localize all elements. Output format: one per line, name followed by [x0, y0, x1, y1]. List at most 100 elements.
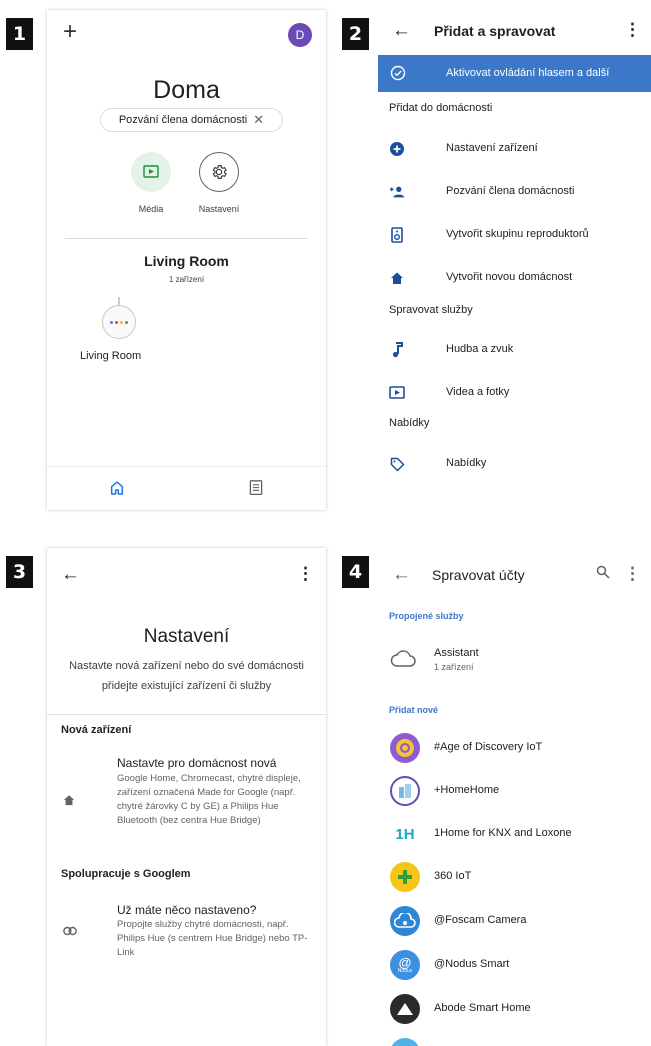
step-badge-4: 4 — [342, 556, 369, 588]
step-badge-2: 2 — [342, 18, 369, 50]
voice-control-banner[interactable]: Aktivovat ovládání hlasem a další — [378, 55, 651, 92]
home-title: Doma — [153, 76, 220, 104]
invite-chip-label: Pozvání člena domácnosti — [118, 114, 248, 126]
menu-item-label: Vytvořit skupinu reproduktorů — [446, 228, 589, 240]
gear-icon — [212, 165, 227, 179]
service-name: 1Home for KNX and Loxone — [434, 827, 572, 839]
menu-item-label: Videa a fotky — [446, 386, 510, 398]
menu-item-music[interactable]: Hudba a zvuk — [378, 338, 651, 368]
speaker-group-icon — [389, 227, 405, 243]
section-offers: Nabídky — [389, 417, 430, 429]
works-with-description: Propojte služby chytré domácnosti, např.… — [117, 919, 308, 958]
home-icon — [389, 270, 405, 286]
new-devices-description: Google Home, Chromecast, chytré displeje… — [117, 773, 301, 826]
service-row-partial[interactable] — [378, 1036, 651, 1046]
home-screen: + D Doma Pozvání člena domácnosti ✕ Médi… — [47, 10, 326, 510]
menu-item-new-home[interactable]: Vytvořit novou domácnost — [378, 266, 651, 296]
section-new-devices: Nová zařízení — [61, 724, 132, 736]
settings-label: Nastavení — [198, 204, 240, 214]
screen-title: Spravovat účty — [432, 567, 525, 583]
more-vert-icon[interactable]: ⋮ — [624, 20, 641, 40]
add-circle-icon — [389, 141, 405, 157]
video-icon — [389, 385, 405, 401]
device-label[interactable]: Living Room — [80, 350, 141, 362]
voice-control-label: Aktivovat ovládání hlasem a další — [446, 67, 610, 79]
section-manage-services: Spravovat služby — [389, 304, 473, 316]
service-row[interactable]: Abode Smart Home — [378, 992, 651, 1028]
home-icon — [63, 795, 75, 806]
menu-item-invite-member[interactable]: Pozvání člena domácnosti — [378, 180, 651, 210]
menu-item-label: Pozvání člena domácnosti — [446, 185, 575, 197]
search-icon[interactable] — [596, 565, 610, 579]
screen-title: Přidat a spravovat — [434, 23, 556, 39]
back-arrow-icon[interactable]: ← — [61, 564, 80, 586]
avatar[interactable]: D — [288, 23, 312, 47]
onehome-logo-icon: 1H — [395, 825, 415, 843]
menu-item-offers[interactable]: Nabídky — [378, 452, 651, 482]
abode-logo-icon — [390, 994, 420, 1024]
service-name: +HomeHome — [434, 784, 500, 796]
feed-tab-icon[interactable] — [248, 479, 264, 497]
service-name: #Age of Discovery IoT — [434, 741, 543, 753]
media-icon — [143, 165, 159, 178]
age-of-discovery-logo-icon — [390, 733, 420, 763]
menu-item-label: Hudba a zvuk — [446, 343, 514, 355]
nodus-logo-icon: @ Nodus — [390, 950, 420, 980]
screen-title: Nastavení — [143, 626, 230, 647]
back-arrow-icon[interactable]: ← — [392, 20, 411, 42]
service-row[interactable]: 1H 1Home for KNX and Loxone — [378, 817, 651, 853]
invite-member-chip[interactable]: Pozvání člena domácnosti ✕ — [100, 108, 283, 132]
subtitle-line: přidejte existující zařízení či služby — [101, 680, 272, 692]
settings-screen: ← ⋮ Nastavení Nastavte nová zařízení neb… — [47, 548, 326, 1046]
service-row[interactable]: 360 IoT — [378, 860, 651, 896]
service-row[interactable]: @Foscam Camera — [378, 904, 651, 940]
close-icon[interactable]: ✕ — [253, 112, 264, 128]
add-manage-screen: ← Přidat a spravovat ⋮ Aktivovat ovládán… — [378, 10, 651, 510]
more-vert-icon[interactable]: ⋮ — [624, 564, 641, 584]
section-linked-services: Propojené služby — [389, 611, 464, 621]
service-row[interactable]: +HomeHome — [378, 774, 651, 810]
service-row[interactable]: #Age of Discovery IoT — [378, 731, 651, 767]
menu-item-device-setup[interactable]: Nastavení zařízení — [378, 137, 651, 167]
manage-accounts-screen: ← Spravovat účty ⋮ Propojené služby Assi… — [378, 548, 651, 1046]
linked-service-count: 1 zařízení — [434, 662, 474, 672]
link-icon — [63, 926, 77, 936]
tag-icon — [389, 456, 405, 472]
menu-item-label: Vytvořit novou domácnost — [446, 271, 573, 283]
back-arrow-icon[interactable]: ← — [392, 564, 411, 586]
divider — [65, 238, 308, 239]
settings-button[interactable] — [199, 152, 239, 192]
new-devices-heading[interactable]: Nastavte pro domácnost nová — [117, 756, 276, 770]
service-name: Abode Smart Home — [434, 1002, 531, 1014]
menu-item-label: Nastavení zařízení — [446, 142, 538, 154]
home-tab-icon[interactable] — [109, 480, 125, 496]
divider — [47, 714, 326, 715]
cloud-icon — [390, 650, 416, 667]
more-vert-icon[interactable]: ⋮ — [297, 564, 314, 584]
service-name: @Nodus Smart — [434, 958, 510, 970]
check-circle-icon — [390, 65, 406, 81]
menu-item-speaker-group[interactable]: Vytvořit skupinu reproduktorů — [378, 223, 651, 253]
menu-item-label: Nabídky — [446, 457, 487, 469]
service-name: @Foscam Camera — [434, 914, 527, 926]
section-add-new: Přidat nové — [389, 705, 439, 715]
media-label: Média — [138, 204, 164, 214]
app-bar: ← Přidat a spravovat ⋮ — [378, 10, 651, 54]
nodus-logo-text: Nodus — [397, 968, 413, 974]
subtitle-line: Nastavte nová zařízení nebo do své domác… — [69, 660, 304, 672]
section-add-to-home: Přidat do domácnosti — [389, 102, 493, 114]
add-plus-icon[interactable]: + — [63, 18, 77, 46]
media-button[interactable] — [131, 152, 171, 192]
device-stem — [118, 297, 120, 305]
service-row[interactable]: @ Nodus @Nodus Smart — [378, 948, 651, 984]
works-with-heading[interactable]: Už máte něco nastaveno? — [117, 903, 256, 917]
google-home-device-icon[interactable] — [102, 305, 136, 339]
service-name: 360 IoT — [434, 870, 472, 882]
service-logo-icon — [390, 1038, 420, 1046]
section-works-with-google: Spolupracuje s Googlem — [61, 868, 191, 880]
menu-item-videos[interactable]: Videa a fotky — [378, 381, 651, 411]
linked-service-name[interactable]: Assistant — [434, 647, 479, 659]
step-badge-1: 1 — [6, 18, 33, 50]
music-note-icon — [389, 342, 405, 358]
room-title: Living Room — [144, 253, 229, 269]
